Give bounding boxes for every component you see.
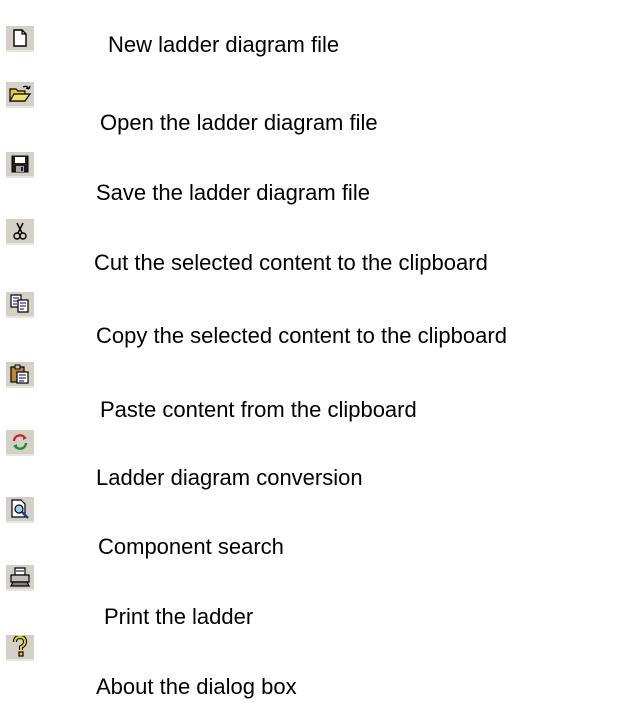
open-button[interactable]	[6, 82, 34, 108]
printer-icon	[10, 567, 30, 587]
search-button[interactable]	[6, 497, 34, 523]
convert-icon	[12, 434, 28, 450]
open-folder-icon	[9, 85, 31, 102]
copy-icon	[10, 294, 29, 313]
print-button[interactable]	[6, 565, 34, 591]
paste-button[interactable]	[6, 362, 34, 388]
toolbar-help-row-search: Component search	[0, 485, 619, 559]
save-label: Save the ladder diagram file	[96, 180, 370, 205]
cut-label: Cut the selected content to the clipboar…	[94, 250, 488, 275]
save-button[interactable]	[6, 152, 34, 178]
open-label: Open the ladder diagram file	[100, 110, 378, 135]
toolbar-help-row-open: Open the ladder diagram file	[0, 68, 619, 135]
new-file-icon	[13, 29, 27, 47]
paste-icon	[10, 364, 29, 384]
about-label: About the dialog box	[96, 674, 297, 699]
toolbar-help-row-save: Save the ladder diagram file	[0, 138, 619, 205]
toolbar-help-row-cut: Cut the selected content to the clipboar…	[0, 205, 619, 275]
copy-button[interactable]	[6, 292, 34, 318]
cut-button[interactable]	[6, 219, 34, 245]
help-icon	[13, 636, 28, 657]
scissors-icon	[13, 222, 27, 240]
toolbar-help-row-about: About the dialog box	[0, 625, 619, 699]
toolbar-help-row-paste: Paste content from the clipboard	[0, 350, 619, 422]
toolbar-help-row-new: New ladder diagram file	[0, 0, 619, 60]
toolbar-help-row-print: Print the ladder	[0, 555, 619, 629]
convert-button[interactable]	[6, 430, 34, 456]
copy-label: Copy the selected content to the clipboa…	[96, 323, 507, 348]
save-disk-icon	[11, 155, 29, 173]
new-button[interactable]	[6, 26, 34, 52]
about-button[interactable]	[6, 635, 34, 661]
new-label: New ladder diagram file	[108, 32, 340, 57]
toolbar-help-row-copy: Copy the selected content to the clipboa…	[0, 278, 619, 348]
search-icon	[11, 499, 29, 519]
toolbar-help-row-convert: Ladder diagram conversion	[0, 418, 619, 490]
